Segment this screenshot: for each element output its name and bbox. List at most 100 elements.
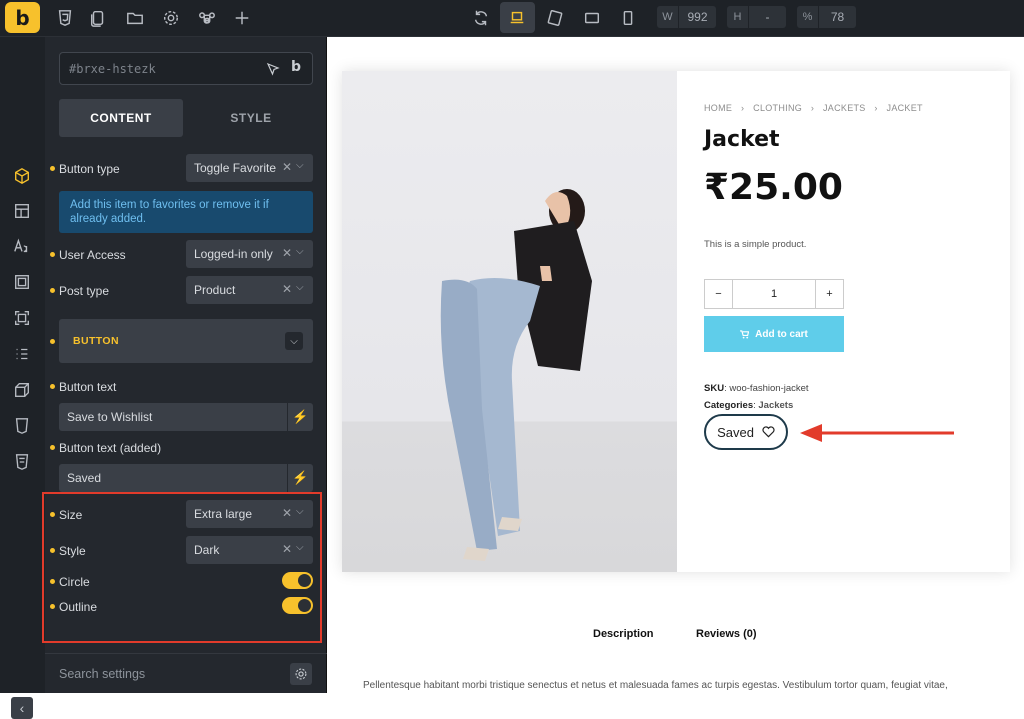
css3-icon[interactable] — [55, 8, 75, 28]
bricks-mini-logo[interactable]: b — [291, 59, 301, 75]
button-text-added-label: Button text (added) — [59, 441, 162, 455]
frame-icon[interactable] — [13, 309, 31, 327]
size-select[interactable]: Extra large ✕ ⌵ — [186, 500, 313, 528]
breadcrumb-item[interactable]: HOME — [704, 103, 732, 113]
user-access-select[interactable]: Logged-in only ✕ ⌵ — [186, 240, 313, 268]
add-icon[interactable] — [232, 8, 252, 28]
outline-toggle[interactable] — [282, 597, 313, 614]
clear-icon[interactable]: ✕ — [282, 542, 292, 556]
quantity-increase[interactable]: + — [816, 280, 843, 308]
html5-icon[interactable] — [13, 453, 31, 471]
element-rail: ‹ — [0, 37, 45, 719]
post-type-label: Post type — [59, 284, 110, 298]
cube-icon[interactable] — [13, 167, 31, 185]
zoom-field[interactable]: % 78 — [797, 6, 856, 28]
size-label: Size — [59, 508, 83, 522]
product-price: ₹25.00 — [704, 167, 843, 208]
chevron-down-icon: ⌵ — [296, 282, 304, 293]
button-type-label: Button type — [59, 162, 120, 176]
required-dot — [50, 512, 55, 517]
pages-icon[interactable] — [88, 8, 108, 28]
breadcrumb-item[interactable]: JACKETS — [823, 103, 866, 113]
post-type-select[interactable]: Product ✕ ⌵ — [186, 276, 313, 304]
chevron-right-icon: › — [741, 103, 745, 113]
chevron-down-icon[interactable]: ⌵ — [285, 332, 303, 350]
breadcrumb-item[interactable]: CLOTHING — [753, 103, 802, 113]
grid-dots-icon[interactable] — [13, 345, 31, 363]
required-dot — [50, 288, 55, 293]
css-shield-icon[interactable] — [13, 417, 31, 435]
bricks-logo[interactable]: b — [5, 2, 40, 33]
clear-icon[interactable]: ✕ — [282, 282, 292, 296]
command-icon[interactable] — [197, 8, 217, 28]
heart-icon — [762, 426, 775, 438]
refresh-icon[interactable] — [471, 8, 491, 28]
category-link[interactable]: Jackets — [758, 400, 793, 411]
breadcrumb-item: JACKET — [886, 103, 923, 113]
tab-content[interactable]: CONTENT — [59, 99, 183, 137]
folder-icon[interactable] — [125, 8, 145, 28]
style-select[interactable]: Dark ✕ ⌵ — [186, 536, 313, 564]
collapse-panel-button[interactable]: ‹ — [11, 697, 33, 719]
chevron-right-icon: › — [874, 103, 878, 113]
gear-icon[interactable] — [290, 663, 312, 685]
required-dot — [50, 604, 55, 609]
required-dot — [50, 384, 55, 389]
dynamic-data-icon[interactable]: ⚡ — [287, 464, 313, 492]
height-field[interactable]: H- — [727, 6, 786, 28]
tablet-icon[interactable] — [582, 8, 602, 28]
button-text-input[interactable]: Save to Wishlist ⚡ — [59, 403, 313, 431]
circle-toggle[interactable] — [282, 572, 313, 589]
selector-text: #brxe-hstezk — [69, 62, 156, 76]
product-categories: Categories: Jackets — [704, 400, 794, 411]
tablet-landscape-icon[interactable] — [545, 8, 565, 28]
control-circle: Circle — [45, 571, 327, 595]
control-user-access: User Access Logged-in only ✕ ⌵ — [45, 239, 327, 269]
width-field[interactable]: W 992 — [657, 6, 716, 28]
clear-icon[interactable]: ✕ — [282, 506, 292, 520]
laptop-icon[interactable] — [507, 8, 527, 28]
quantity-input[interactable]: 1 — [732, 280, 816, 308]
product-title: Jacket — [704, 127, 780, 152]
required-dot — [50, 579, 55, 584]
sku-label: SKU — [704, 383, 725, 394]
mobile-icon[interactable] — [618, 8, 638, 28]
control-post-type: Post type Product ✕ ⌵ — [45, 275, 327, 305]
circle-label: Circle — [59, 575, 90, 589]
style-label: Style — [59, 544, 86, 558]
search-settings[interactable]: Search settings — [45, 653, 327, 693]
required-dot — [50, 339, 55, 344]
clear-icon[interactable]: ✕ — [282, 246, 292, 260]
quantity-decrease[interactable]: − — [705, 280, 732, 308]
saved-label: Saved — [717, 424, 754, 440]
product-description-text: Pellentesque habitant morbi tristique se… — [363, 680, 948, 691]
product-image[interactable] — [342, 71, 677, 572]
tab-style[interactable]: STYLE — [189, 99, 313, 137]
user-access-label: User Access — [59, 248, 126, 262]
dynamic-data-icon[interactable]: ⚡ — [287, 403, 313, 431]
button-text-label: Button text — [59, 380, 117, 394]
css-selector-field[interactable]: #brxe-hstezk b — [59, 52, 313, 85]
settings-gear-icon[interactable] — [161, 8, 181, 28]
required-dot — [50, 252, 55, 257]
product-card: HOME › CLOTHING › JACKETS › JACKET Jacke… — [342, 71, 1010, 572]
typography-icon[interactable] — [13, 237, 31, 255]
add-to-cart-button[interactable]: Add to cart — [704, 316, 844, 352]
builder-toolbar: b W 992 H- % 78 — [0, 0, 1024, 37]
add-to-cart-label: Add to cart — [755, 328, 808, 340]
required-dot — [50, 445, 55, 450]
layout-icon[interactable] — [13, 202, 31, 220]
box-3d-icon[interactable] — [13, 381, 31, 399]
wishlist-toggle-button[interactable]: Saved — [704, 414, 788, 450]
spacing-icon[interactable] — [13, 273, 31, 291]
tab-reviews[interactable]: Reviews (0) — [696, 628, 757, 640]
search-settings-input[interactable]: Search settings — [59, 667, 145, 681]
info-notice: Add this item to favorites or remove it … — [59, 191, 313, 233]
button-text-added-input[interactable]: Saved ⚡ — [59, 464, 313, 492]
tab-description[interactable]: Description — [593, 628, 654, 640]
button-group-header[interactable]: BUTTON ⌵ — [59, 319, 313, 363]
clear-icon[interactable]: ✕ — [282, 160, 292, 174]
control-style: Style Dark ✕ ⌵ — [45, 535, 327, 565]
cursor-icon[interactable] — [266, 62, 280, 76]
button-type-select[interactable]: Toggle Favorite ✕ ⌵ — [186, 154, 313, 182]
